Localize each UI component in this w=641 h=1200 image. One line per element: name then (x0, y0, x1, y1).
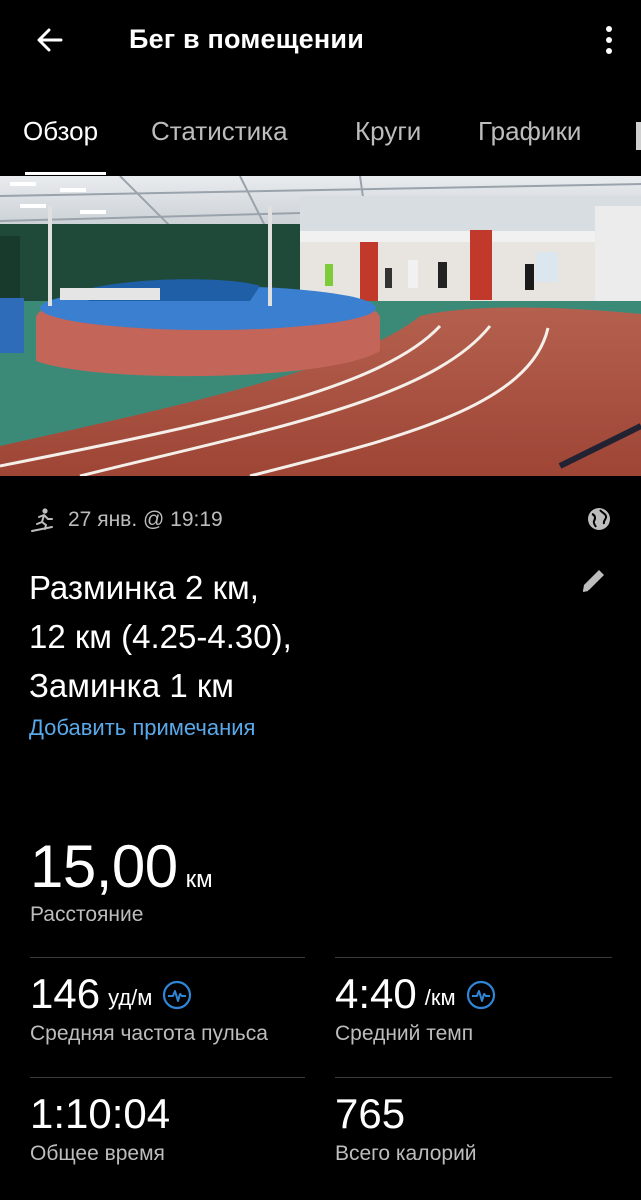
globe-icon[interactable] (586, 506, 612, 532)
activity-photo[interactable] (0, 176, 641, 476)
activity-name-line: Заминка 1 км (29, 667, 234, 704)
avg-pace-value: 4:40 (335, 970, 417, 1017)
divider (30, 1077, 305, 1078)
tab-bar: Обзор Статистика Круги Графики (0, 100, 641, 176)
add-notes-link[interactable]: Добавить примечания (29, 715, 255, 741)
more-options-button[interactable] (599, 20, 619, 60)
activity-name-line: Разминка 2 км, (29, 569, 259, 606)
page-title: Бег в помещении (129, 24, 365, 54)
divider (30, 957, 305, 958)
tab-overflow-indicator[interactable] (636, 122, 641, 150)
calories-value: 765 (335, 1090, 406, 1137)
back-button[interactable] (30, 20, 70, 60)
avg-hr-unit: уд/м (108, 985, 153, 1010)
distance-label: Расстояние (30, 903, 144, 926)
activity-name-line: 12 км (4.25-4.30), (29, 618, 292, 655)
avg-hr-label: Средняя частота пульса (30, 1022, 268, 1045)
heart-rate-icon[interactable] (466, 980, 496, 1010)
active-tab-indicator (25, 172, 106, 175)
treadmill-run-icon (31, 508, 53, 532)
calories-stat: 765 Всего калорий (335, 1090, 477, 1166)
avg-hr-value: 146 (30, 970, 101, 1017)
activity-screen: Бег в помещении Обзор Статистика Круги Г… (0, 0, 641, 1200)
heart-rate-icon[interactable] (162, 980, 192, 1010)
indoor-track-image (0, 176, 641, 476)
distance-value: 15,00 (30, 833, 178, 900)
app-bar: Бег в помещении (0, 0, 641, 84)
total-time-label: Общее время (30, 1142, 165, 1165)
activity-datetime: 27 янв. @ 19:19 (68, 508, 223, 531)
divider (335, 1077, 612, 1078)
arrow-left-icon (37, 28, 63, 52)
tab-laps[interactable]: Круги (355, 116, 421, 147)
tab-charts[interactable]: Графики (478, 116, 581, 147)
distance-stat: 15,00 км Расстояние (30, 832, 213, 927)
avg-pace-unit: /км (424, 985, 456, 1010)
tab-statistics[interactable]: Статистика (151, 116, 288, 147)
tab-overview[interactable]: Обзор (23, 116, 98, 147)
avg-heart-rate-stat: 146 уд/м Средняя частота пульса (30, 970, 268, 1046)
activity-name: Разминка 2 км, 12 км (4.25-4.30), Заминк… (29, 563, 549, 710)
avg-pace-label: Средний темп (335, 1022, 474, 1045)
calories-label: Всего калорий (335, 1142, 477, 1165)
divider (335, 957, 612, 958)
distance-unit: км (185, 866, 213, 893)
activity-meta: 27 янв. @ 19:19 (30, 507, 223, 533)
more-vertical-icon (606, 26, 612, 32)
pencil-icon[interactable] (578, 564, 610, 596)
avg-pace-stat: 4:40 /км Средний темп (335, 970, 496, 1046)
total-time-stat: 1:10:04 Общее время (30, 1090, 170, 1166)
total-time-value: 1:10:04 (30, 1090, 171, 1137)
